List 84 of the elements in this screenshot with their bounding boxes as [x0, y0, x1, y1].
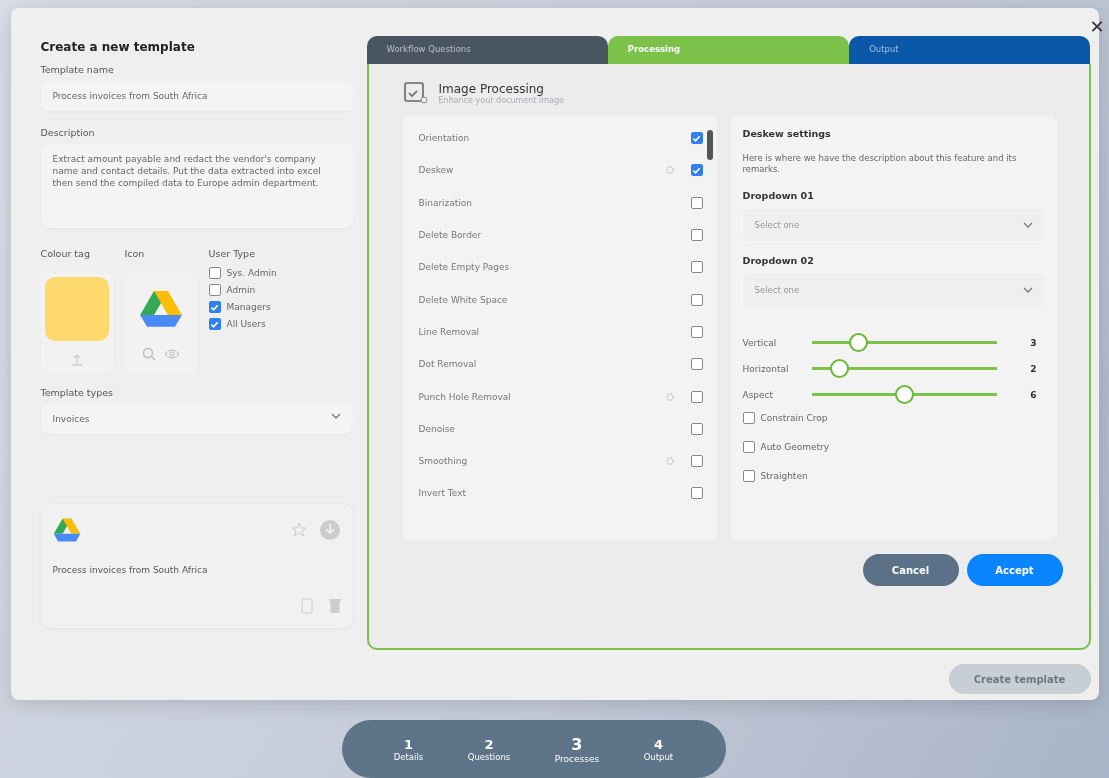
slider-label: Aspect — [742, 389, 775, 400]
tab[interactable]: Output — [849, 36, 1091, 64]
step[interactable]: 1 Details — [393, 736, 424, 762]
settings-description: Here is where we have the description about this feature and its remarks. — [742, 153, 1018, 176]
option-label: Invert Text — [418, 488, 467, 499]
checkbox[interactable] — [208, 284, 221, 297]
checkbox-label: Admin — [226, 285, 256, 296]
checkbox[interactable] — [208, 318, 221, 331]
checkbox[interactable] — [742, 469, 755, 482]
checkbox[interactable] — [690, 229, 703, 242]
select-field[interactable]: Invoices — [40, 404, 353, 435]
checkbox-label: Sys. Admin — [226, 268, 277, 279]
checkbox[interactable] — [690, 358, 703, 371]
step[interactable]: 2 Questions — [467, 736, 511, 762]
option-label: Denoise — [418, 423, 456, 434]
field-label: Icon — [124, 248, 146, 260]
checkbox[interactable] — [208, 267, 221, 280]
option-label: Delete Border — [418, 230, 483, 241]
checkbox-label: Straighten — [760, 470, 808, 481]
option-label: Line Removal — [418, 326, 481, 337]
checkbox-label: Auto Geometry — [760, 441, 830, 452]
checkbox[interactable] — [690, 132, 703, 145]
chevron-down-icon — [1022, 286, 1033, 293]
slider-label: Vertical — [742, 337, 778, 348]
dropdown-label: Dropdown 02 — [742, 254, 815, 266]
dialog-title: Create a new template — [40, 40, 196, 54]
slider-thumb[interactable] — [895, 385, 914, 405]
checkbox[interactable] — [690, 196, 703, 209]
step[interactable]: 3 Processes — [554, 734, 600, 764]
checkbox-label: Constrain Crop — [760, 412, 828, 423]
field-label: Colour tag — [40, 248, 91, 260]
step[interactable]: 4 Output — [643, 736, 674, 762]
slider-value: 6 — [1029, 389, 1038, 400]
checkbox[interactable] — [690, 455, 703, 468]
checkbox[interactable] — [690, 261, 703, 274]
checkbox[interactable] — [690, 293, 703, 306]
dropdown-label: Dropdown 01 — [742, 189, 815, 201]
option-label: Delete Empty Pages — [418, 262, 511, 273]
dropdown[interactable]: Select one — [742, 273, 1045, 306]
field-label: Description — [40, 127, 96, 139]
checkbox[interactable] — [690, 164, 703, 177]
chevron-down-icon — [330, 413, 341, 420]
template-card[interactable]: Process invoices from South Africa — [40, 504, 353, 629]
option-label: Binarization — [418, 197, 474, 208]
option-label: Smoothing — [418, 456, 469, 467]
drive-logo-icon — [52, 518, 81, 543]
cancel-button[interactable]: Cancel — [862, 554, 959, 586]
close-button[interactable]: ✕ — [1089, 16, 1105, 37]
checkbox-label: Managers — [226, 302, 271, 313]
field-label: Template types — [40, 387, 115, 399]
option-label: Deskew — [418, 165, 455, 176]
template-name: Process invoices from South Africa — [52, 565, 209, 576]
dropdown[interactable]: Select one — [742, 208, 1045, 241]
checkbox-label: All Users — [226, 319, 266, 330]
settings-title: Deskew settings — [742, 128, 832, 139]
image-check-icon — [402, 80, 429, 106]
checkbox[interactable] — [742, 440, 755, 453]
checkbox[interactable] — [690, 390, 703, 403]
field-label: User Type — [208, 248, 256, 260]
option-label: Punch Hole Removal — [418, 391, 512, 402]
checkbox[interactable] — [690, 422, 703, 435]
option-label: Delete White Space — [418, 294, 509, 305]
checkbox[interactable] — [208, 301, 221, 314]
section-title: Image Processing — [438, 81, 544, 96]
checkbox[interactable] — [742, 411, 755, 424]
text-area[interactable]: Extract amount payable and redact the vendor's company name and contact details. Put the data extracted into excel then send the compiled data to Europe admin department. — [40, 144, 353, 229]
section-subtitle: Enhance your document image — [438, 95, 564, 105]
checkbox[interactable] — [690, 325, 703, 338]
accept-button[interactable]: Accept — [966, 554, 1063, 586]
option-label: Dot Removal — [418, 359, 478, 370]
drive-logo-icon — [138, 290, 183, 329]
tab[interactable]: Workflow Questions — [366, 36, 608, 64]
slider-label: Horizontal — [742, 363, 790, 374]
field-label: Template name — [40, 64, 115, 75]
slider-value: 3 — [1029, 337, 1038, 348]
chevron-down-icon — [1022, 221, 1033, 228]
checkbox[interactable] — [690, 487, 703, 500]
option-label: Orientation — [418, 133, 471, 144]
slider-thumb[interactable] — [830, 359, 850, 379]
slider-value: 2 — [1029, 363, 1038, 374]
slider-thumb[interactable] — [848, 333, 868, 353]
input-field[interactable]: Process invoices from South Africa — [40, 81, 353, 112]
scrollbar-thumb[interactable] — [706, 130, 713, 160]
star-icon[interactable] — [290, 522, 307, 539]
